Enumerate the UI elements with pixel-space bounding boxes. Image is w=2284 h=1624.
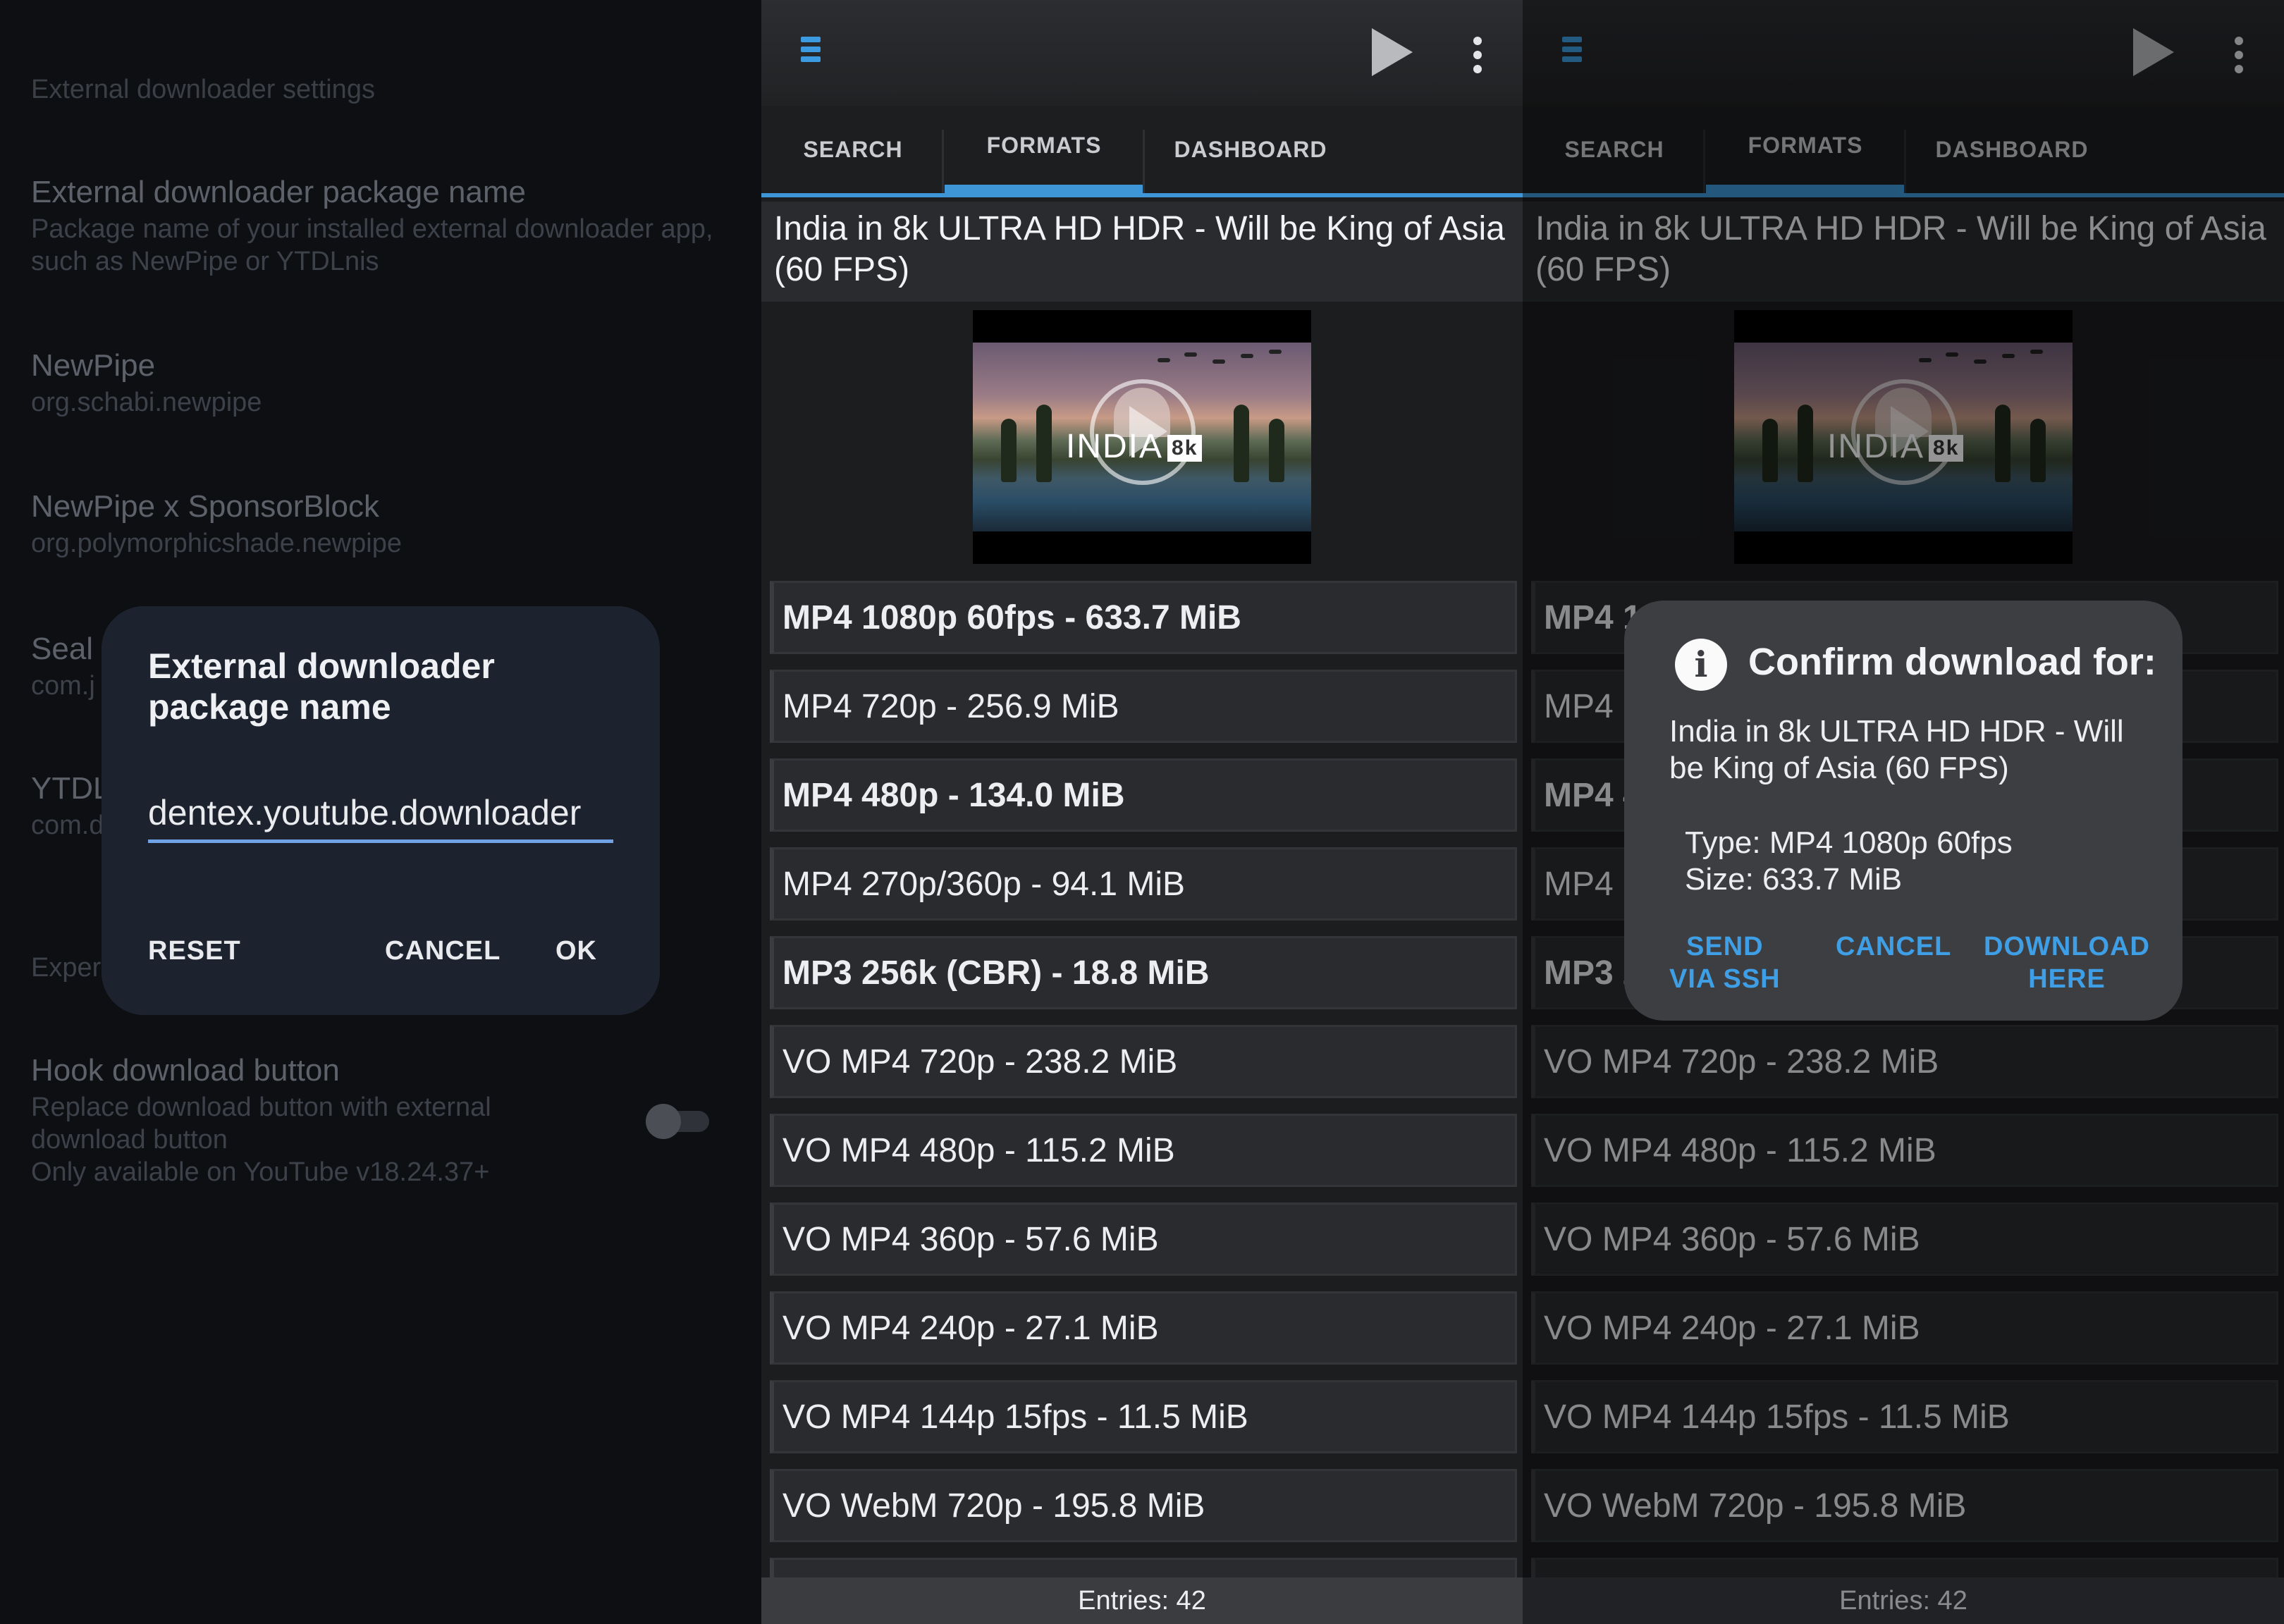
tab-dashboard[interactable]: DASHBOARD xyxy=(1145,106,1356,193)
tab-bar: SEARCH FORMATS DASHBOARD xyxy=(761,106,1523,197)
format-row[interactable]: VO MP4 720p - 238.2 MiB xyxy=(770,1025,1517,1098)
format-row[interactable]: MP4 480p - 134.0 MiB xyxy=(770,758,1517,832)
play-icon[interactable] xyxy=(1372,28,1413,76)
thumbnail-logo: INDIA 8k xyxy=(1066,427,1203,466)
dialog-video-title: India in 8k ULTRA HD HDR - Will be King … xyxy=(1669,714,2124,785)
pref-package-name[interactable]: External downloader package name Package… xyxy=(31,172,736,278)
menu-icon[interactable] xyxy=(801,37,829,70)
pref-summary: Package name of your installed external … xyxy=(31,214,713,276)
pref-title: External downloader package name xyxy=(31,175,527,209)
package-name-field[interactable] xyxy=(148,787,613,843)
settings-screen: External downloader settings External do… xyxy=(0,0,761,1624)
format-row[interactable]: VO MP4 360p - 57.6 MiB xyxy=(770,1202,1517,1276)
format-row[interactable]: VO MP4 144p 15fps - 11.5 MiB xyxy=(770,1380,1517,1453)
tab-search[interactable]: SEARCH xyxy=(761,106,945,193)
category-header: External downloader settings xyxy=(31,75,375,104)
formats-screen-confirm: SEARCH FORMATS DASHBOARD India in 8k ULT… xyxy=(1523,0,2284,1624)
format-row[interactable]: MP4 720p - 256.9 MiB xyxy=(770,670,1517,743)
send-via-ssh-button[interactable]: SEND VIA SSH xyxy=(1669,930,1781,995)
thumbnail-logo-text: INDIA xyxy=(1066,428,1164,465)
pref-summary: org.schabi.newpipe xyxy=(31,388,262,417)
cancel-button[interactable]: CANCEL xyxy=(1836,930,1951,963)
package-name-input[interactable] xyxy=(148,787,613,839)
hook-download-toggle[interactable] xyxy=(646,1104,711,1139)
format-row[interactable]: MP3 256k (CBR) - 18.8 MiB xyxy=(770,936,1517,1009)
video-thumbnail[interactable]: INDIA 8k xyxy=(973,310,1311,564)
tab-formats[interactable]: FORMATS xyxy=(945,106,1143,197)
pref-title: Hook download button xyxy=(31,1053,340,1088)
dialog-title: External downloader package name xyxy=(148,646,495,727)
package-name-dialog: External downloader package name RESET C… xyxy=(102,606,660,1015)
cancel-button[interactable]: CANCEL xyxy=(385,936,501,966)
pref-newpipe-sponsorblock[interactable]: NewPipe x SponsorBlock org.polymorphicsh… xyxy=(31,486,736,560)
format-row[interactable]: MP4 1080p 60fps - 633.7 MiB xyxy=(770,581,1517,654)
pref-summary: org.polymorphicshade.newpipe xyxy=(31,529,402,558)
dialog-format-info: Type: MP4 1080p 60fps Size: 633.7 MiB xyxy=(1685,825,2013,897)
video-title: India in 8k ULTRA HD HDR - Will be King … xyxy=(761,202,1523,302)
formats-list: MP4 1080p 60fps - 633.7 MiB MP4 720p - 2… xyxy=(770,581,1517,1624)
format-row[interactable]: VO MP4 480p - 115.2 MiB xyxy=(770,1114,1517,1187)
download-here-button[interactable]: DOWNLOAD HERE xyxy=(1984,930,2150,995)
formats-screen: SEARCH FORMATS DASHBOARD India in 8k ULT… xyxy=(761,0,1523,1624)
toolbar xyxy=(761,0,1523,106)
format-row[interactable]: MP4 270p/360p - 94.1 MiB xyxy=(770,847,1517,921)
pref-hook-download-button[interactable]: Hook download button Replace download bu… xyxy=(31,1050,736,1188)
dialog-title: Confirm download for: xyxy=(1748,641,2156,683)
pref-summary: Replace download button with external do… xyxy=(31,1093,491,1187)
more-vert-icon[interactable] xyxy=(1473,37,1483,73)
pref-newpipe[interactable]: NewPipe org.schabi.newpipe xyxy=(31,345,736,419)
confirm-download-dialog: i Confirm download for: India in 8k ULTR… xyxy=(1624,601,2182,1021)
reset-button[interactable]: RESET xyxy=(148,936,241,966)
ok-button[interactable]: OK xyxy=(555,936,597,966)
pref-title: NewPipe xyxy=(31,348,156,383)
entries-count: Entries: 42 xyxy=(761,1577,1523,1624)
toggle-thumb xyxy=(646,1104,681,1139)
info-icon: i xyxy=(1675,639,1727,691)
format-row[interactable]: VO WebM 720p - 195.8 MiB xyxy=(770,1469,1517,1542)
format-row[interactable]: VO MP4 240p - 27.1 MiB xyxy=(770,1291,1517,1365)
thumbnail-badge: 8k xyxy=(1167,435,1203,462)
pref-title: NewPipe x SponsorBlock xyxy=(31,489,380,524)
